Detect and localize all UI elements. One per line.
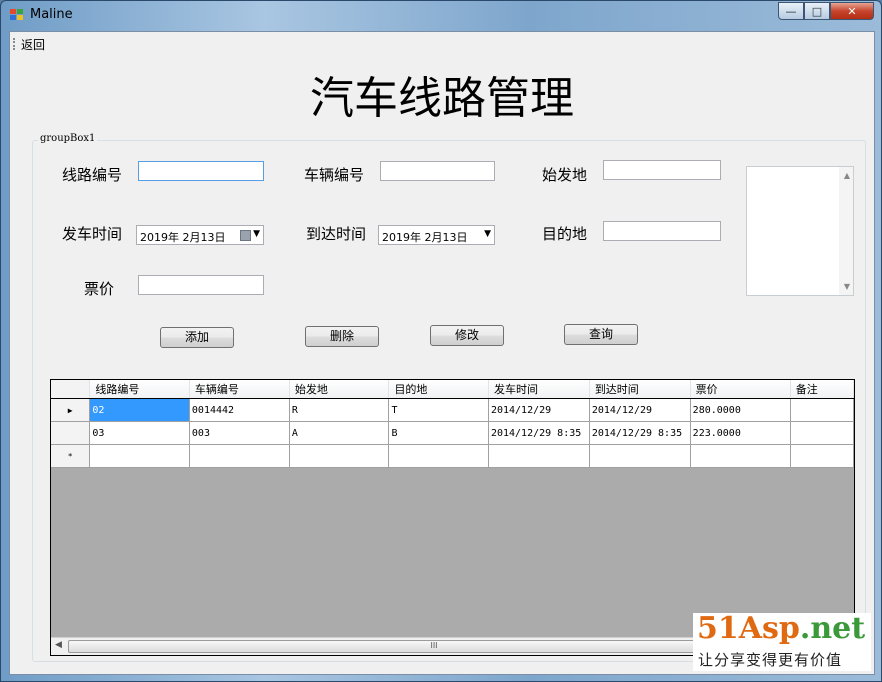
- column-header[interactable]: 票价: [690, 380, 791, 399]
- table-cell[interactable]: 2014/12/29: [589, 398, 691, 422]
- window-title: Maline: [30, 7, 73, 22]
- app-icon: [10, 9, 23, 20]
- arrive-time-label: 到达时间: [306, 225, 367, 243]
- list-box[interactable]: ▲ ▼: [746, 166, 854, 296]
- listbox-scrollbar[interactable]: ▲ ▼: [839, 167, 853, 295]
- form-client-area: 返回 汽车线路管理 groupBox1 线路编号 车辆编号 始发地 ▲ ▼ 发车…: [9, 31, 875, 675]
- close-button[interactable]: ✕: [830, 2, 874, 20]
- column-header-row: 线路编号 车辆编号 始发地 目的地 发车时间 到达时间 票价 备注: [51, 380, 854, 399]
- new-row[interactable]: *: [51, 444, 854, 468]
- origin-label: 始发地: [542, 166, 588, 184]
- table-cell[interactable]: [289, 444, 390, 468]
- price-label: 票价: [84, 280, 115, 298]
- route-no-input[interactable]: [138, 161, 264, 181]
- depart-time-value: 2019年 2月13日: [140, 231, 226, 244]
- delete-button[interactable]: 删除: [305, 326, 379, 347]
- scroll-down-icon[interactable]: ▼: [844, 282, 850, 291]
- watermark-logo: 51Asp.net: [697, 611, 865, 646]
- table-cell[interactable]: [790, 421, 854, 445]
- row-header[interactable]: [51, 421, 91, 445]
- scroll-up-icon[interactable]: ▲: [844, 171, 850, 180]
- row-header-corner[interactable]: [51, 380, 91, 399]
- current-row-indicator-icon[interactable]: ▶: [51, 398, 91, 422]
- add-button[interactable]: 添加: [160, 327, 234, 348]
- table-cell[interactable]: B: [388, 421, 489, 445]
- table-cell[interactable]: A: [289, 421, 390, 445]
- table-cell[interactable]: 02: [89, 398, 190, 422]
- modify-button[interactable]: 修改: [430, 325, 504, 346]
- minimize-button[interactable]: —: [778, 2, 804, 20]
- chevron-down-icon[interactable]: ▼: [484, 229, 491, 239]
- price-input[interactable]: [138, 275, 264, 295]
- watermark-tld: .net: [799, 611, 866, 646]
- table-cell[interactable]: T: [388, 398, 489, 422]
- table-cell[interactable]: 280.0000: [690, 398, 791, 422]
- groupbox-label: groupBox1: [38, 133, 98, 144]
- table-cell[interactable]: 2014/12/29 8:35: [589, 421, 691, 445]
- table-cell[interactable]: [589, 444, 691, 468]
- table-cell[interactable]: [790, 444, 854, 468]
- page-title: 汽车线路管理: [310, 73, 574, 124]
- data-grid-table: 线路编号 车辆编号 始发地 目的地 发车时间 到达时间 票价 备注 ▶ 02 0: [51, 380, 854, 468]
- origin-input[interactable]: [603, 160, 721, 180]
- table-cell[interactable]: 003: [189, 421, 290, 445]
- table-cell[interactable]: R: [289, 398, 390, 422]
- destination-label: 目的地: [542, 225, 588, 243]
- table-cell[interactable]: [488, 444, 590, 468]
- calendar-icon[interactable]: [240, 230, 251, 241]
- table-cell[interactable]: 03: [89, 421, 190, 445]
- query-button[interactable]: 查询: [564, 324, 638, 345]
- maximize-button[interactable]: □: [804, 2, 830, 20]
- app-window: Maline — □ ✕ 返回 汽车线路管理 groupBox1 线路编号 车辆…: [0, 0, 882, 682]
- new-row-indicator-icon[interactable]: *: [51, 444, 91, 468]
- table-cell[interactable]: 223.0000: [690, 421, 791, 445]
- column-header[interactable]: 线路编号: [89, 380, 190, 399]
- vehicle-no-input[interactable]: [380, 161, 495, 181]
- table-cell[interactable]: 2014/12/29 8:35: [488, 421, 590, 445]
- depart-time-picker[interactable]: 2019年 2月13日 ▼: [136, 225, 264, 245]
- column-header[interactable]: 到达时间: [589, 380, 691, 399]
- column-header[interactable]: 备注: [790, 380, 854, 399]
- arrive-time-picker[interactable]: 2019年 2月13日 ▼: [378, 225, 495, 245]
- column-header[interactable]: 目的地: [388, 380, 489, 399]
- window-controls: — □ ✕: [778, 2, 874, 21]
- vehicle-no-label: 车辆编号: [304, 166, 365, 184]
- column-header[interactable]: 发车时间: [488, 380, 590, 399]
- scroll-left-icon[interactable]: ◀: [55, 640, 62, 650]
- destination-input[interactable]: [603, 221, 721, 241]
- watermark-slogan: 让分享变得更有价值: [698, 651, 843, 669]
- table-cell[interactable]: [388, 444, 489, 468]
- table-cell[interactable]: [790, 398, 854, 422]
- table-row[interactable]: 03 003 A B 2014/12/29 8:35 2014/12/29 8:…: [51, 421, 854, 445]
- depart-time-label: 发车时间: [62, 225, 123, 243]
- watermark-brand: 51Asp: [697, 611, 800, 646]
- table-cell[interactable]: [690, 444, 791, 468]
- arrive-time-value: 2019年 2月13日: [382, 231, 468, 244]
- column-header[interactable]: 始发地: [289, 380, 390, 399]
- table-cell[interactable]: 2014/12/29: [488, 398, 590, 422]
- table-cell[interactable]: [189, 444, 290, 468]
- menu-item-back[interactable]: 返回: [21, 36, 45, 53]
- route-no-label: 线路编号: [62, 166, 123, 184]
- table-cell[interactable]: 0014442: [189, 398, 290, 422]
- menu-grip[interactable]: [13, 38, 17, 50]
- table-row[interactable]: ▶ 02 0014442 R T 2014/12/29 2014/12/29 2…: [51, 398, 854, 422]
- scrollbar-thumb[interactable]: III: [68, 640, 800, 653]
- chevron-down-icon[interactable]: ▼: [253, 229, 260, 239]
- column-header[interactable]: 车辆编号: [189, 380, 290, 399]
- menu-bar: 返回: [10, 32, 874, 54]
- table-cell[interactable]: [89, 444, 190, 468]
- watermark: 51Asp.net 让分享变得更有价值: [693, 611, 871, 671]
- title-bar[interactable]: Maline — □ ✕: [1, 1, 881, 29]
